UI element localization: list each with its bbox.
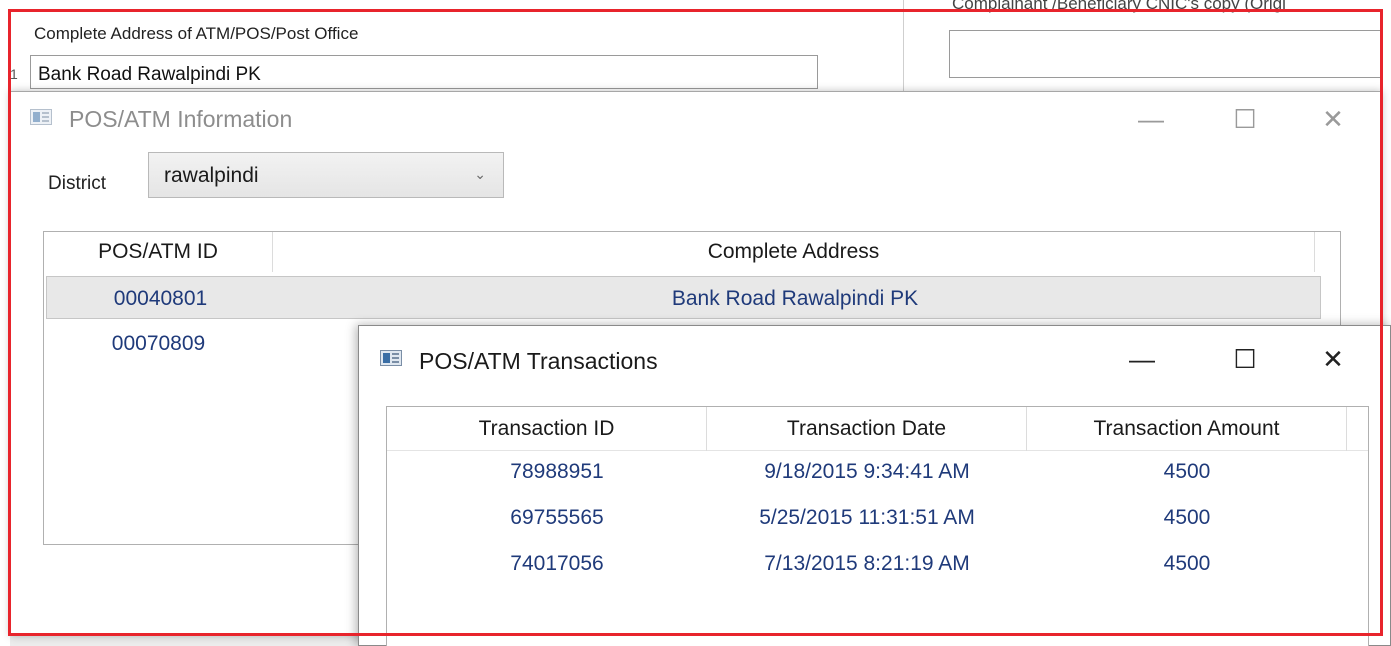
stray-label: 1 — [10, 66, 18, 82]
cell-transaction-amount: 4500 — [1163, 552, 1211, 575]
window-title: POS/ATM Information — [69, 106, 293, 132]
cell-transaction-amount: 4500 — [1163, 506, 1211, 529]
app-window-icon — [30, 109, 52, 125]
minimize-icon[interactable]: — — [1122, 342, 1162, 376]
column-header-transaction-id[interactable]: Transaction ID — [387, 407, 707, 451]
maximize-icon[interactable]: ☐ — [1225, 342, 1265, 376]
cell-transaction-date: 5/25/2015 11:31:51 AM — [759, 506, 975, 529]
cell-complete-address: Bank Road Rawalpindi PK — [671, 286, 919, 310]
table-row[interactable]: 00040801 Bank Road Rawalpindi PK — [46, 276, 1321, 319]
minimize-icon[interactable]: — — [1131, 102, 1171, 136]
district-label: District — [48, 173, 107, 194]
cell-pos-atm-id: 00070809 — [111, 331, 206, 355]
column-header-transaction-amount[interactable]: Transaction Amount — [1027, 407, 1347, 451]
grid-header: POS/ATM ID Complete Address — [44, 232, 1340, 272]
address-input[interactable]: Bank Road Rawalpindi PK — [30, 55, 818, 89]
close-icon[interactable]: ✕ — [1313, 342, 1353, 376]
cell-transaction-amount: 4500 — [1163, 460, 1211, 483]
transactions-grid: Transaction ID Transaction Date Transact… — [386, 406, 1369, 646]
window-title: POS/ATM Transactions — [419, 348, 658, 374]
grid-header: Transaction ID Transaction Date Transact… — [387, 407, 1368, 451]
column-header-complete-address[interactable]: Complete Address — [273, 232, 1315, 272]
district-select[interactable]: rawalpindi ⌄ — [148, 152, 504, 198]
cnic-input[interactable] — [949, 30, 1383, 78]
app-window-icon — [380, 350, 402, 366]
district-value: rawalpindi — [164, 164, 259, 187]
cell-transaction-id: 69755565 — [510, 506, 604, 529]
cell-transaction-date: 7/13/2015 8:21:19 AM — [764, 552, 970, 575]
address-label: Complete Address of ATM/POS/Post Office — [34, 24, 359, 43]
cell-transaction-date: 9/18/2015 9:34:41 AM — [764, 460, 970, 483]
table-row[interactable]: 69755565 5/25/2015 11:31:51 AM 4500 — [387, 495, 1368, 541]
close-icon[interactable]: ✕ — [1313, 102, 1353, 136]
table-row[interactable]: 74017056 7/13/2015 8:21:19 AM 4500 — [387, 541, 1368, 587]
column-header-pos-atm-id[interactable]: POS/ATM ID — [44, 232, 273, 272]
maximize-icon[interactable]: ☐ — [1225, 102, 1265, 136]
divider — [903, 0, 904, 95]
table-row[interactable]: 78988951 9/18/2015 9:34:41 AM 4500 — [387, 449, 1368, 495]
cnic-label: Complainant /Beneficiary CNIC's copy (Or… — [952, 0, 1286, 13]
chevron-down-icon: ⌄ — [474, 166, 486, 182]
cell-transaction-id: 78988951 — [510, 460, 604, 483]
pos-atm-transactions-window: POS/ATM Transactions — ☐ ✕ Transaction I… — [358, 325, 1391, 646]
cell-transaction-id: 74017056 — [510, 552, 604, 575]
column-header-transaction-date[interactable]: Transaction Date — [707, 407, 1027, 451]
cell-pos-atm-id: 00040801 — [113, 286, 208, 310]
